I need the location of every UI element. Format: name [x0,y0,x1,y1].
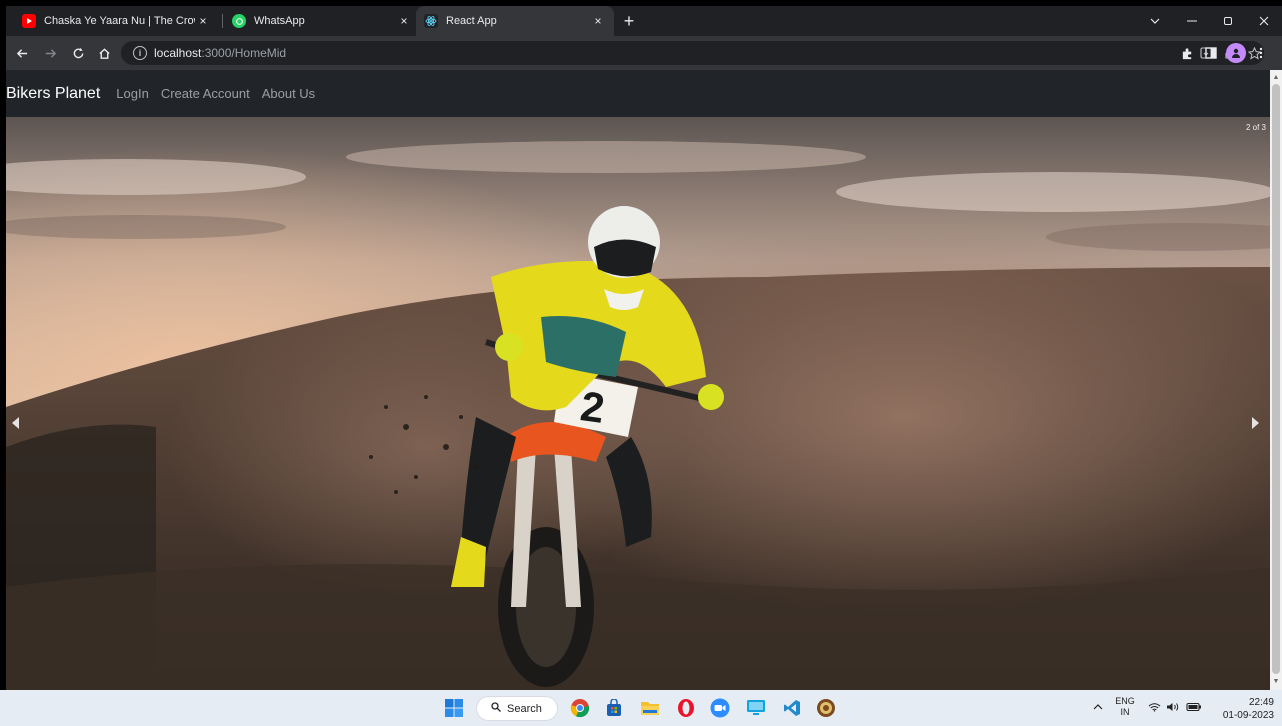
scroll-down-icon[interactable]: ▼ [1272,676,1280,686]
close-icon[interactable]: × [195,13,211,29]
tab-whatsapp[interactable]: WhatsApp × [224,6,420,36]
taskbar-search[interactable]: Search [476,696,558,721]
side-panel-icon[interactable] [1202,44,1220,62]
browser-window: Chaska Ye Yaara Nu | The Crown × WhatsAp… [6,6,1282,690]
system-clock[interactable]: 22:49 01-09-2023 [1212,696,1274,722]
image-carousel: 2 2 of 3 [6,117,1270,690]
tab-title: WhatsApp [254,15,305,27]
tab-title: Chaska Ye Yaara Nu | The Crown [44,15,195,27]
app-icon-emblem[interactable] [814,696,838,720]
brand-link[interactable]: Bikers Planet [6,85,100,103]
nav-link-create-account[interactable]: Create Account [161,86,250,101]
opera-icon[interactable] [674,696,698,720]
site-navbar: Bikers Planet LogIn Create Account About… [6,70,1270,117]
youtube-icon [22,14,36,28]
volume-icon[interactable] [1166,702,1180,715]
file-explorer-icon[interactable] [638,696,662,720]
tab-separator [222,14,223,28]
slide-counter: 2 of 3 [1245,123,1266,132]
carousel-prev-button[interactable] [12,417,26,431]
scroll-up-icon[interactable]: ▲ [1272,72,1280,82]
close-icon[interactable]: × [590,13,606,29]
new-tab-button[interactable]: + [618,10,640,32]
chevron-up-icon[interactable] [1093,701,1103,713]
tab-title: React App [446,15,497,27]
back-icon[interactable] [12,43,32,63]
window-close-icon[interactable] [1246,6,1282,36]
tab-youtube[interactable]: Chaska Ye Yaara Nu | The Crown × [14,6,219,36]
chrome-icon[interactable] [568,696,592,720]
home-icon[interactable] [94,43,114,63]
tab-search-icon[interactable] [1137,6,1173,36]
search-icon [491,702,501,715]
react-icon [424,14,438,28]
scroll-thumb[interactable] [1272,84,1280,674]
browser-toolbar: i localhost:3000/HomeMid [6,36,1282,70]
store-icon[interactable] [602,696,626,720]
whatsapp-icon [232,14,246,28]
os-taskbar: Search ENG IN 22:49 01-09-2023 [0,690,1282,726]
reload-icon[interactable] [68,43,88,63]
forward-icon[interactable] [40,43,60,63]
nav-link-about-us[interactable]: About Us [262,86,315,101]
windows-start-icon[interactable] [442,696,466,720]
restore-icon[interactable] [1210,6,1246,36]
desktop-app-icon[interactable] [744,696,768,720]
tab-react-app[interactable]: React App × [416,6,614,36]
keyboard-language[interactable]: ENG IN [1112,696,1138,718]
page-scrollbar[interactable]: ▲ ▼ [1270,70,1282,690]
url-text[interactable]: localhost:3000/HomeMid [154,46,286,60]
browser-menu-icon[interactable] [1252,44,1270,62]
battery-icon[interactable] [1186,702,1202,715]
site-info-icon[interactable]: i [133,46,147,60]
tab-strip: Chaska Ye Yaara Nu | The Crown × WhatsAp… [6,6,1282,36]
carousel-slide-image: 2 [6,117,1270,690]
zoom-icon[interactable] [708,696,732,720]
minimize-icon[interactable] [1174,6,1210,36]
extensions-icon[interactable] [1178,44,1196,62]
wifi-icon[interactable] [1148,702,1161,715]
close-icon[interactable]: × [396,13,412,29]
nav-link-login[interactable]: LogIn [116,86,149,101]
page-viewport: Bikers Planet LogIn Create Account About… [6,70,1282,690]
profile-avatar-icon[interactable] [1226,43,1246,63]
carousel-next-button[interactable] [1251,417,1265,431]
address-bar[interactable]: i localhost:3000/HomeMid [121,41,1264,65]
vscode-icon[interactable] [780,696,804,720]
search-label: Search [507,702,542,715]
